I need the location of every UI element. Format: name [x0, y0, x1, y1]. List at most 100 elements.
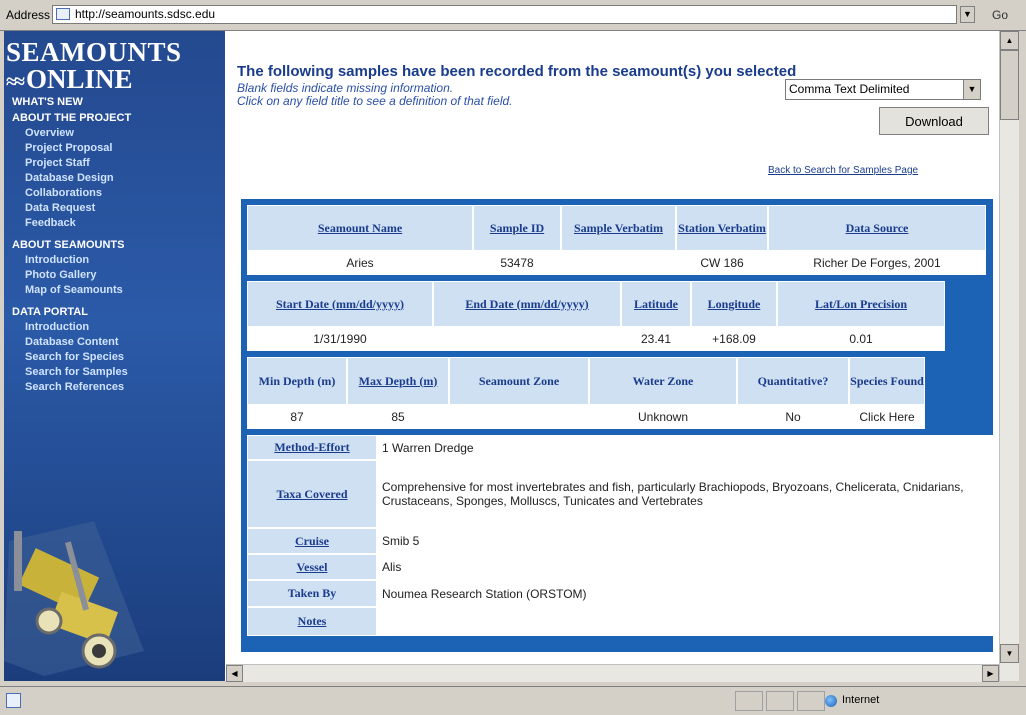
sample-table: Seamount Name Sample ID Sample Verbatim … — [241, 199, 995, 652]
horizontal-scrollbar[interactable]: ◀ ▶ — [226, 664, 999, 682]
header-latitude[interactable]: Latitude — [621, 281, 691, 327]
nav-item-search-samples[interactable]: Search for Samples — [4, 365, 225, 380]
header-method-effort[interactable]: Method-Effort — [247, 435, 377, 460]
chevron-down-icon[interactable]: ▼ — [960, 6, 975, 23]
header-lat-lon-precision[interactable]: Lat/Lon Precision — [777, 281, 945, 327]
header-min-depth[interactable]: Min Depth (m) — [247, 357, 347, 405]
header-sample-verbatim[interactable]: Sample Verbatim — [561, 205, 676, 251]
nav-item-feedback[interactable]: Feedback — [4, 216, 225, 231]
nav-item-introduction[interactable]: Introduction — [4, 253, 225, 268]
vertical-scrollbar[interactable]: ▲ ▼ — [999, 31, 1019, 681]
rov-image — [4, 521, 144, 676]
nav-item-project-proposal[interactable]: Project Proposal — [4, 141, 225, 156]
instruction-click-field: Click on any field title to see a defini… — [237, 94, 513, 108]
format-select-value: Comma Text Delimited — [789, 82, 910, 96]
page-title: The following samples have been recorded… — [237, 63, 797, 80]
nav-item-portal-introduction[interactable]: Introduction — [4, 320, 225, 335]
header-water-zone[interactable]: Water Zone — [589, 357, 737, 405]
scroll-up-icon[interactable]: ▲ — [1000, 31, 1019, 50]
status-zone — [735, 691, 763, 711]
header-quantitative[interactable]: Quantitative? — [737, 357, 849, 405]
scroll-left-icon[interactable]: ◀ — [226, 665, 243, 682]
cell-quantitative: No — [737, 405, 849, 429]
logo-line2-text: ONLINE — [25, 64, 133, 94]
nav-item-database-content[interactable]: Database Content — [4, 335, 225, 350]
table-row: Cruise Smib 5 — [247, 528, 995, 554]
cell-longitude: +168.09 — [691, 327, 777, 351]
table-row: Seamount Name Sample ID Sample Verbatim … — [247, 205, 986, 251]
cell-taxa-covered: Comprehensive for most invertebrates and… — [377, 460, 995, 528]
nav-item-data-request[interactable]: Data Request — [4, 201, 225, 216]
header-data-source[interactable]: Data Source — [768, 205, 986, 251]
nav-item-photo-gallery[interactable]: Photo Gallery — [4, 268, 225, 283]
cell-seamount-zone — [449, 405, 589, 429]
cell-seamount-name: Aries — [247, 251, 473, 275]
nav-heading-seamounts[interactable]: ABOUT SEAMOUNTS — [4, 237, 225, 253]
header-longitude[interactable]: Longitude — [691, 281, 777, 327]
header-taken-by[interactable]: Taken By — [247, 580, 377, 607]
cell-lat-lon-precision: 0.01 — [777, 327, 945, 351]
species-found-link[interactable]: Click Here — [849, 405, 925, 429]
cell-station-verbatim: CW 186 — [676, 251, 768, 275]
download-label: Download — [905, 114, 963, 129]
table-row: Vessel Alis — [247, 554, 995, 580]
status-zone — [797, 691, 825, 711]
header-notes[interactable]: Notes — [247, 607, 377, 636]
status-zone — [766, 691, 794, 711]
cell-max-depth: 85 — [347, 405, 449, 429]
table-row: 87 85 Unknown No Click Here — [247, 405, 925, 429]
table-row: Method-Effort 1 Warren Dredge — [247, 435, 995, 460]
cell-start-date: 1/31/1990 — [247, 327, 433, 351]
main-content: The following samples have been recorded… — [237, 31, 999, 681]
header-max-depth[interactable]: Max Depth (m) — [347, 357, 449, 405]
address-label: Address — [6, 8, 51, 22]
url-text: http://seamounts.sdsc.edu — [75, 7, 216, 21]
page-icon — [56, 8, 70, 20]
header-cruise[interactable]: Cruise — [247, 528, 377, 554]
header-start-date[interactable]: Start Date (mm/dd/yyyy) — [247, 281, 433, 327]
chevron-down-icon[interactable]: ▼ — [963, 80, 980, 99]
nav-heading-data-portal[interactable]: DATA PORTAL — [4, 304, 225, 320]
cell-taken-by: Noumea Research Station (ORSTOM) — [377, 580, 995, 607]
header-seamount-zone[interactable]: Seamount Zone — [449, 357, 589, 405]
header-species-found[interactable]: Species Found — [849, 357, 925, 405]
cell-method-effort: 1 Warren Dredge — [377, 435, 995, 460]
cell-sample-id: 53478 — [473, 251, 561, 275]
table-row: Taxa Covered Comprehensive for most inve… — [247, 460, 995, 528]
nav-heading-project[interactable]: ABOUT THE PROJECT — [4, 110, 225, 126]
format-select[interactable]: Comma Text Delimited ▼ — [785, 79, 981, 100]
nav-item-database-design[interactable]: Database Design — [4, 171, 225, 186]
address-bar: Address http://seamounts.sdsc.edu ▼ Go — [0, 0, 1026, 31]
nav-item-collaborations[interactable]: Collaborations — [4, 186, 225, 201]
header-sample-id[interactable]: Sample ID — [473, 205, 561, 251]
sidebar: SEAMOUNTS ≈≈ ONLINE WHAT'S NEW ABOUT THE … — [4, 31, 225, 681]
table-row: Min Depth (m) Max Depth (m) Seamount Zon… — [247, 357, 925, 405]
cell-sample-verbatim — [561, 251, 676, 275]
table-row: Aries 53478 CW 186 Richer De Forges, 200… — [247, 251, 986, 275]
wave-icon: ≈≈ — [6, 71, 25, 93]
scroll-down-icon[interactable]: ▼ — [1000, 644, 1019, 663]
page-viewport: SEAMOUNTS ≈≈ ONLINE WHAT'S NEW ABOUT THE … — [4, 31, 999, 681]
back-to-search-link[interactable]: Back to Search for Samples Page — [768, 165, 918, 176]
scroll-right-icon[interactable]: ▶ — [982, 665, 999, 682]
nav-item-project-staff[interactable]: Project Staff — [4, 156, 225, 171]
nav-item-search-references[interactable]: Search References — [4, 380, 225, 395]
header-vessel[interactable]: Vessel — [247, 554, 377, 580]
url-input[interactable]: http://seamounts.sdsc.edu — [52, 5, 957, 24]
table-row: 1/31/1990 23.41 +168.09 0.01 — [247, 327, 945, 351]
go-button[interactable]: Go — [980, 5, 1020, 25]
table-row: Notes — [247, 607, 995, 636]
nav-whats-new[interactable]: WHAT'S NEW — [4, 94, 225, 110]
header-taxa-covered[interactable]: Taxa Covered — [247, 460, 377, 528]
header-end-date[interactable]: End Date (mm/dd/yyyy) — [433, 281, 621, 327]
nav-item-overview[interactable]: Overview — [4, 126, 225, 141]
scroll-thumb[interactable] — [1000, 50, 1019, 120]
page-status-icon — [6, 693, 21, 708]
header-station-verbatim[interactable]: Station Verbatim — [676, 205, 768, 251]
nav-item-search-species[interactable]: Search for Species — [4, 350, 225, 365]
go-label: Go — [991, 8, 1008, 22]
download-button[interactable]: Download — [879, 107, 989, 135]
nav-item-map[interactable]: Map of Seamounts — [4, 283, 225, 298]
header-seamount-name[interactable]: Seamount Name — [247, 205, 473, 251]
cell-min-depth: 87 — [247, 405, 347, 429]
